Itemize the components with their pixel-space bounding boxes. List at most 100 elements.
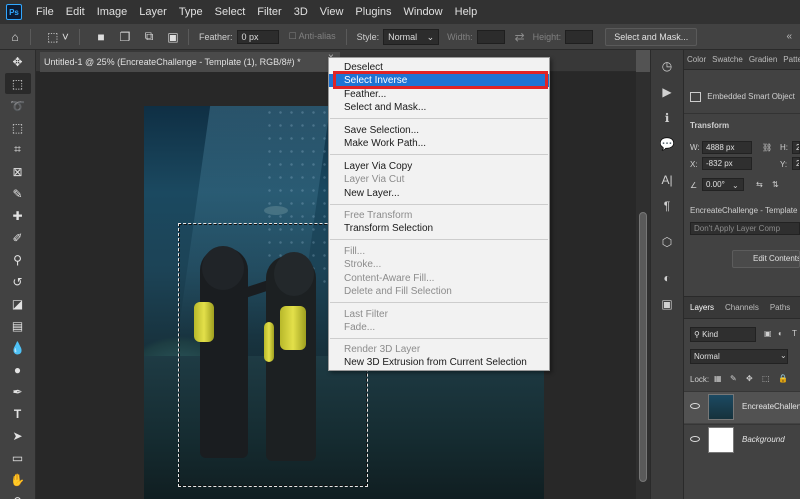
- flip-vertical-icon[interactable]: ⇅: [772, 180, 779, 189]
- info-icon[interactable]: ℹ: [657, 108, 677, 128]
- edit-contents-button[interactable]: Edit Contents: [732, 250, 800, 268]
- brush-tool-icon[interactable]: ✐: [5, 227, 31, 248]
- healing-brush-tool-icon[interactable]: ✚: [5, 205, 31, 226]
- eyedropper-tool-icon[interactable]: ✎: [5, 183, 31, 204]
- lock-image-icon[interactable]: ✎: [730, 374, 737, 383]
- dodge-tool-icon[interactable]: ●: [5, 359, 31, 380]
- menu-plugins[interactable]: Plugins: [349, 0, 397, 24]
- menu-item-new-3d-extrusion[interactable]: New 3D Extrusion from Current Selection: [329, 356, 549, 369]
- width-field[interactable]: 4888 px: [702, 141, 752, 154]
- tab-swatches[interactable]: Swatche: [709, 55, 746, 64]
- layer-comp-select[interactable]: Don't Apply Layer Comp: [690, 222, 800, 235]
- menu-edit[interactable]: Edit: [60, 0, 91, 24]
- menu-item-layer-via-copy[interactable]: Layer Via Copy: [329, 160, 549, 173]
- tab-paths[interactable]: Paths: [762, 303, 793, 312]
- feather-input[interactable]: 0 px: [236, 29, 279, 44]
- path-selection-tool-icon[interactable]: ➤: [5, 425, 31, 446]
- chevron-down-icon[interactable]: ⌄: [780, 351, 787, 360]
- menu-item-feather[interactable]: Feather...: [329, 88, 549, 101]
- clone-stamp-tool-icon[interactable]: ⚲: [5, 249, 31, 270]
- character-icon[interactable]: A|: [657, 170, 677, 190]
- layer-row[interactable]: EncreateChallen: [684, 391, 800, 423]
- flip-horizontal-icon[interactable]: ⇆: [756, 180, 763, 189]
- swap-dimensions-icon[interactable]: ⇄: [511, 28, 529, 46]
- height-input[interactable]: [565, 29, 594, 44]
- lasso-tool-icon[interactable]: ➰: [5, 95, 31, 116]
- layer-name[interactable]: Background: [742, 435, 785, 444]
- blur-tool-icon[interactable]: 💧: [5, 337, 31, 358]
- frame-tool-icon[interactable]: ⊠: [5, 161, 31, 182]
- marquee-preset-icon[interactable]: ⬚ ˅: [43, 28, 73, 46]
- link-icon[interactable]: ⛓: [762, 143, 772, 152]
- tab-gradients[interactable]: Gradien: [746, 55, 780, 64]
- menu-type[interactable]: Type: [173, 0, 209, 24]
- menu-item-make-work-path[interactable]: Make Work Path...: [329, 137, 549, 150]
- y-field[interactable]: 2: [792, 157, 800, 170]
- paragraph-icon[interactable]: ¶: [657, 196, 677, 216]
- intersect-selection-icon[interactable]: ▣: [164, 28, 182, 46]
- document-tab[interactable]: Untitled-1 @ 25% (EncreateChallenge - Te…: [40, 52, 340, 72]
- blend-mode-select[interactable]: Normal: [690, 349, 788, 364]
- menu-filter[interactable]: Filter: [251, 0, 287, 24]
- tab-patterns[interactable]: Patte: [780, 55, 800, 64]
- layer-name[interactable]: EncreateChallen: [742, 402, 800, 411]
- visibility-eye-icon[interactable]: [690, 436, 700, 442]
- subtract-selection-icon[interactable]: ⧉: [140, 28, 158, 46]
- 3d-icon[interactable]: ⬡: [657, 232, 677, 252]
- x-field[interactable]: -832 px: [702, 157, 752, 170]
- lock-all-icon[interactable]: 🔒: [778, 374, 788, 383]
- menu-image[interactable]: Image: [91, 0, 134, 24]
- lock-transparent-icon[interactable]: ▦: [714, 374, 722, 383]
- rectangle-tool-icon[interactable]: ▭: [5, 447, 31, 468]
- filter-adjustment-icon[interactable]: ◐: [778, 329, 783, 338]
- chevron-down-icon[interactable]: ⌄: [732, 181, 739, 190]
- style-select[interactable]: Normal ⌄: [383, 28, 440, 45]
- vertical-scrollbar[interactable]: [636, 72, 650, 499]
- menu-layer[interactable]: Layer: [133, 0, 173, 24]
- width-input[interactable]: [476, 29, 505, 44]
- menu-select[interactable]: Select: [209, 0, 252, 24]
- eraser-tool-icon[interactable]: ◪: [5, 293, 31, 314]
- menu-item-transform-selection[interactable]: Transform Selection: [329, 222, 549, 235]
- home-icon[interactable]: ⌂: [6, 28, 24, 46]
- lock-position-icon[interactable]: ✥: [746, 374, 753, 383]
- tab-layers[interactable]: Layers: [684, 303, 717, 312]
- filter-type-icon[interactable]: T: [792, 329, 797, 338]
- anti-alias-checkbox[interactable]: ☐ Anti-alias: [289, 31, 336, 42]
- scrollbar-thumb[interactable]: [639, 212, 647, 482]
- menu-item-new-layer[interactable]: New Layer...: [329, 187, 549, 200]
- history-brush-tool-icon[interactable]: ↺: [5, 271, 31, 292]
- tab-channels[interactable]: Channels: [717, 303, 762, 312]
- history-icon[interactable]: ◷: [657, 56, 677, 76]
- menu-item-select-and-mask[interactable]: Select and Mask...: [329, 101, 549, 114]
- menu-item-save-selection[interactable]: Save Selection...: [329, 124, 549, 137]
- type-tool-icon[interactable]: T: [5, 403, 31, 424]
- lock-artboard-icon[interactable]: ⬚: [762, 374, 770, 383]
- select-and-mask-button[interactable]: Select and Mask...: [605, 27, 698, 46]
- hand-tool-icon[interactable]: ✋: [5, 469, 31, 490]
- pen-tool-icon[interactable]: ✒: [5, 381, 31, 402]
- menu-help[interactable]: Help: [449, 0, 484, 24]
- panel-collapse-icon[interactable]: «: [786, 31, 792, 42]
- filter-pixel-icon[interactable]: ▣: [764, 329, 772, 338]
- menu-3d[interactable]: 3D: [288, 0, 314, 24]
- crop-tool-icon[interactable]: ⌗: [5, 139, 31, 160]
- layer-filter-select[interactable]: ⚲ Kind: [690, 327, 756, 342]
- adjustments-icon[interactable]: ◐: [657, 268, 677, 288]
- rectangular-marquee-tool-icon[interactable]: ⬚: [4, 73, 31, 94]
- object-selection-tool-icon[interactable]: ⬚: [5, 117, 31, 138]
- menu-view[interactable]: View: [314, 0, 350, 24]
- tab-color[interactable]: Color: [684, 55, 709, 64]
- comments-icon[interactable]: 💬: [657, 134, 677, 154]
- menu-window[interactable]: Window: [398, 0, 449, 24]
- libraries-icon[interactable]: ▣: [657, 294, 677, 314]
- height-field[interactable]: 2: [792, 141, 800, 154]
- gradient-tool-icon[interactable]: ▤: [5, 315, 31, 336]
- menu-file[interactable]: File: [30, 0, 60, 24]
- layer-row[interactable]: Background: [684, 424, 800, 456]
- move-tool-icon[interactable]: ✥: [5, 51, 31, 72]
- zoom-tool-icon[interactable]: ⚲: [5, 491, 31, 499]
- visibility-eye-icon[interactable]: [690, 403, 700, 409]
- add-selection-icon[interactable]: ❐: [116, 28, 134, 46]
- new-selection-icon[interactable]: ■: [92, 28, 110, 46]
